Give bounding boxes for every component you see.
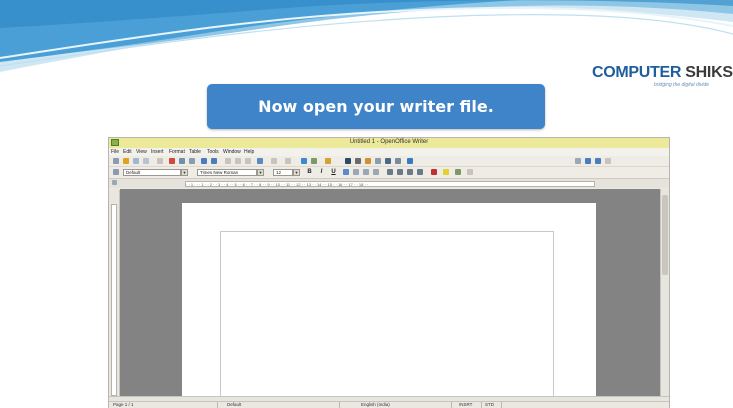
highlighting-icon[interactable] [443,169,449,175]
help-icon[interactable] [407,158,413,164]
formatting-overflow-icon[interactable] [467,169,473,175]
menu-edit[interactable]: Edit [123,149,132,155]
status-selection-mode[interactable]: STD [485,402,494,408]
find-previous-icon[interactable] [595,158,601,164]
hyperlink-icon[interactable] [301,158,307,164]
data-sources-icon[interactable] [375,158,381,164]
title-bar: Untitled 1 - OpenOffice Writer [109,138,669,148]
menu-insert[interactable]: Insert [151,149,164,155]
status-divider [481,402,482,408]
save-icon[interactable] [133,158,139,164]
paste-icon[interactable] [245,158,251,164]
edit-file-icon[interactable] [157,158,163,164]
gallery-icon[interactable] [365,158,371,164]
align-center-icon[interactable] [353,169,359,175]
chevron-down-icon[interactable]: ▼ [181,169,188,176]
font-size-select[interactable]: 12 [273,169,293,176]
slide: COMPUTER SHIKSHA bridging the digital di… [0,0,733,408]
status-insert-mode[interactable]: INSRT [459,402,472,408]
align-right-icon[interactable] [363,169,369,175]
bullets-icon[interactable] [397,169,403,175]
logo-tagline: bridging the digital divide [654,82,710,88]
export-pdf-icon[interactable] [169,158,175,164]
background-color-icon[interactable] [455,169,461,175]
chevron-down-icon[interactable]: ▼ [257,169,264,176]
menu-file[interactable]: File [111,149,119,155]
new-document-icon[interactable] [113,158,119,164]
underline-button[interactable]: U [329,168,338,177]
menu-window[interactable]: Window [223,149,241,155]
cut-icon[interactable] [225,158,231,164]
tab-stop-icon[interactable] [112,180,117,185]
clone-formatting-icon[interactable] [257,158,263,164]
table-icon[interactable] [311,158,317,164]
status-divider [217,402,218,408]
status-bar: Page 1 / 1 Default English (India) INSRT… [109,401,669,408]
vertical-ruler[interactable] [109,190,120,396]
undo-icon[interactable] [271,158,277,164]
show-draw-functions-icon[interactable] [325,158,331,164]
instruction-banner: Now open your writer file. [207,84,545,129]
nonprinting-characters-icon[interactable] [385,158,391,164]
navigator-icon[interactable] [355,158,361,164]
copy-icon[interactable] [235,158,241,164]
menu-bar: File Edit View Insert Format Table Tools… [109,148,669,156]
redo-icon[interactable] [285,158,291,164]
menu-help[interactable]: Help [244,149,254,155]
autospellcheck-icon[interactable] [211,158,217,164]
email-icon[interactable] [143,158,149,164]
document-area[interactable] [120,189,660,406]
justify-icon[interactable] [373,169,379,175]
toolbar-overflow-icon[interactable] [605,158,611,164]
logo-word-computer: COMPUTER [592,64,682,81]
status-divider [339,402,340,408]
print-icon[interactable] [179,158,185,164]
chevron-down-icon[interactable]: ▼ [293,169,300,176]
document-page[interactable] [182,203,596,406]
vertical-scrollbar-thumb[interactable] [662,195,668,275]
numbering-icon[interactable] [387,169,393,175]
paragraph-style-select[interactable]: Default [123,169,181,176]
status-page: Page 1 / 1 [113,402,134,407]
find-replace-icon[interactable] [345,158,351,164]
status-style[interactable]: Default [227,402,241,408]
status-language[interactable]: English (India) [361,402,390,408]
print-preview-icon[interactable] [189,158,195,164]
standard-toolbar: Find [109,156,669,182]
increase-indent-icon[interactable] [417,169,423,175]
italic-button[interactable]: I [317,168,326,177]
find-dropdown-icon[interactable] [575,158,581,164]
computer-shiksha-logo: COMPUTER SHIKSHA bridging the digital di… [588,62,733,94]
menu-format[interactable]: Format [169,149,185,155]
open-folder-icon[interactable] [123,158,129,164]
openoffice-writer-window: Untitled 1 - OpenOffice Writer File Edit… [108,137,670,408]
status-divider [451,402,452,408]
zoom-icon[interactable] [395,158,401,164]
horizontal-ruler[interactable]: · · 1 · · · 1 · · 2 · · 3 · · 4 · · 5 · … [185,181,595,187]
text-boundaries[interactable] [220,231,554,406]
vertical-scrollbar[interactable] [660,189,669,396]
bold-button[interactable]: B [305,168,314,177]
decrease-indent-icon[interactable] [407,169,413,175]
logo-title: COMPUTER SHIKSHA [592,64,733,82]
align-left-icon[interactable] [343,169,349,175]
window-title: Untitled 1 - OpenOffice Writer [349,139,429,145]
menu-view[interactable]: View [136,149,147,155]
styles-formatting-icon[interactable] [113,169,119,175]
vertical-ruler-scale [111,204,117,396]
menu-tools[interactable]: Tools [207,149,219,155]
font-color-icon[interactable] [431,169,437,175]
font-name-select[interactable]: Times New Roman [197,169,257,176]
status-divider [501,402,502,408]
spellcheck-icon[interactable] [201,158,207,164]
logo-word-shiksha: SHIKSHA [685,64,733,81]
find-next-icon[interactable] [585,158,591,164]
menu-table[interactable]: Table [189,149,201,155]
